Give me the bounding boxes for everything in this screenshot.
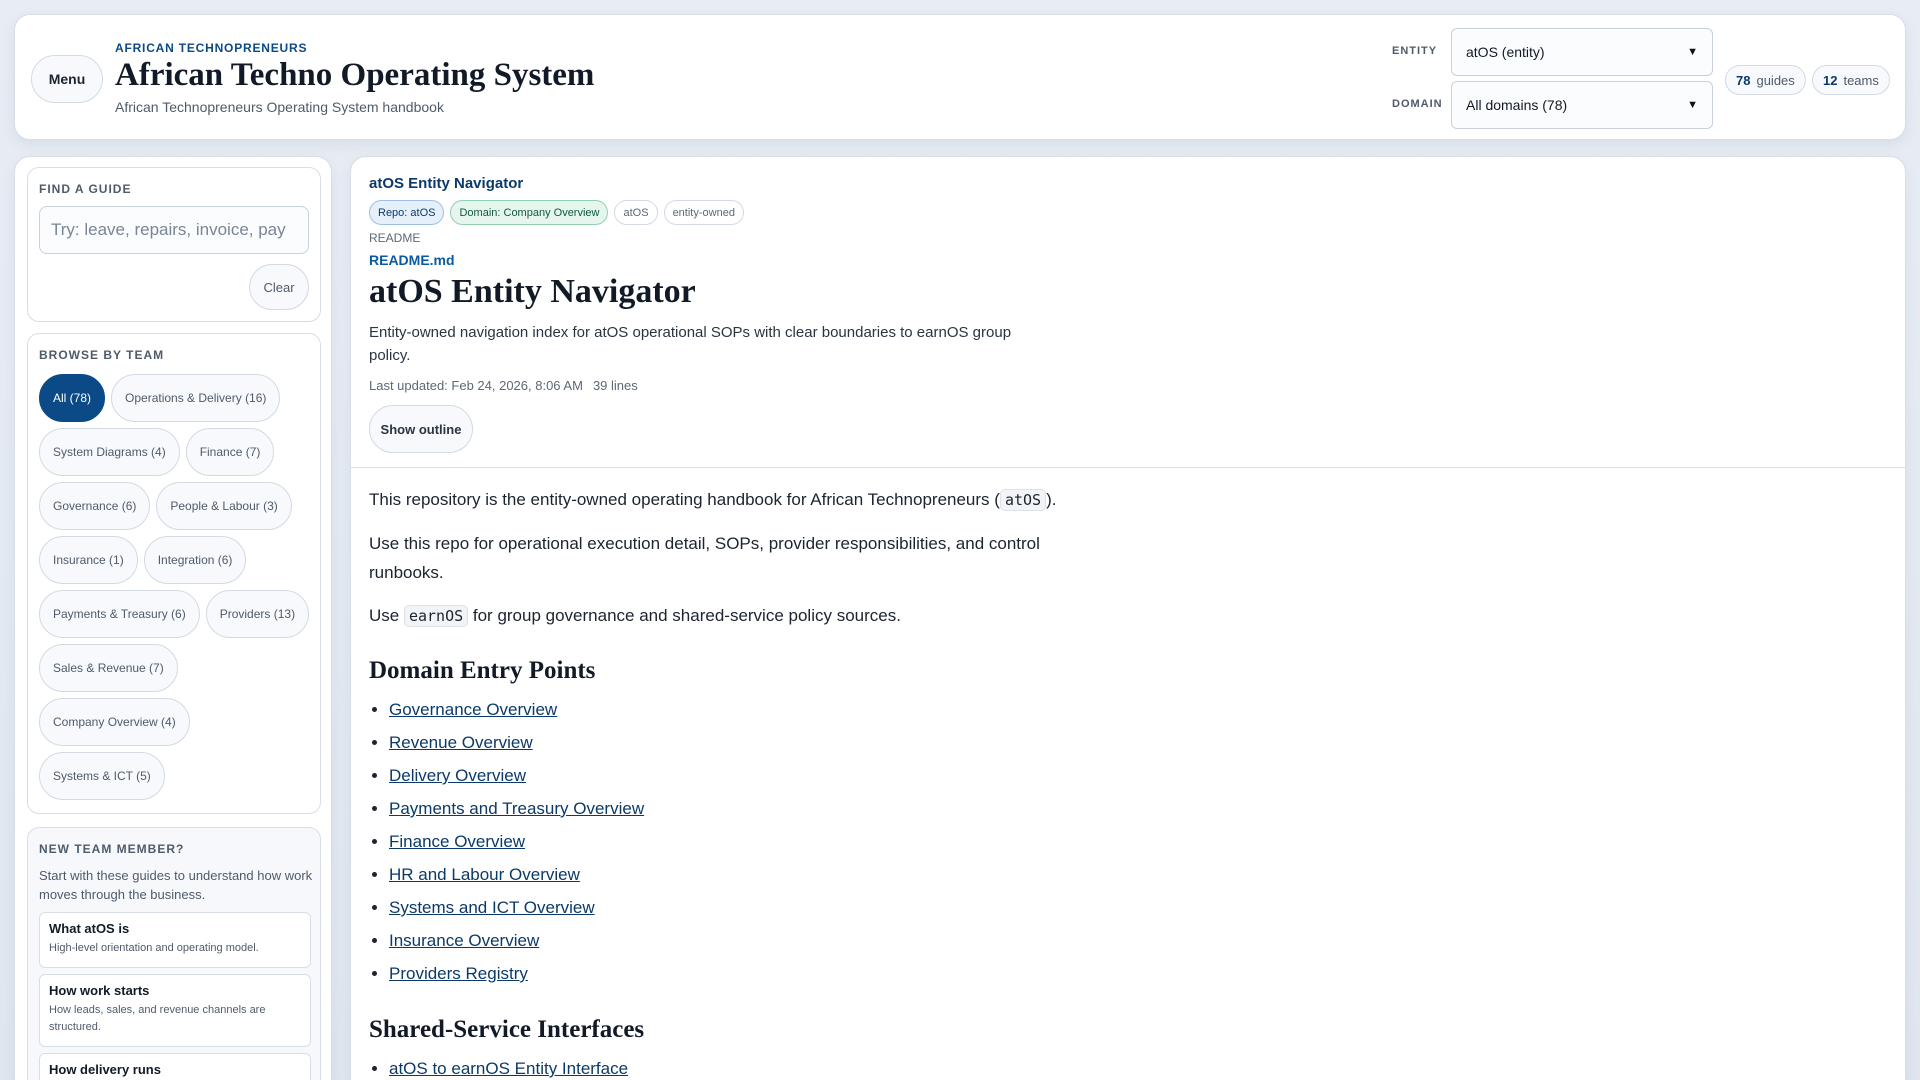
last-updated: Last updated: Feb 24, 2026, 8:06 AM: [369, 378, 583, 393]
team-chip-providers[interactable]: Providers (13): [205, 590, 310, 638]
entity-select-value: atOS (entity): [1466, 44, 1545, 60]
onboarding-guide-item[interactable]: How work starts How leads, sales, and re…: [39, 974, 311, 1047]
entry-points-list: Governance Overview Revenue Overview Del…: [369, 693, 1109, 990]
chevron-down-icon: ▼: [1687, 99, 1698, 111]
body-paragraph: Use earnOS for group governance and shar…: [369, 605, 901, 627]
list-item: atOS to earnOS Entity Interface: [389, 1052, 1109, 1080]
onboarding-guide-item[interactable]: How delivery runs: [39, 1053, 311, 1080]
team-chip-company-overview[interactable]: Company Overview (4): [39, 698, 190, 746]
doc-link[interactable]: Governance Overview: [389, 700, 557, 719]
doc-link[interactable]: Payments and Treasury Overview: [389, 799, 644, 818]
list-item: Payments and Treasury Overview: [389, 792, 1109, 825]
entity-label: ENTITY: [1392, 45, 1438, 57]
teams-stat: 12 teams: [1812, 65, 1890, 95]
domain-label: DOMAIN: [1392, 98, 1443, 110]
domain-select-value: All domains (78): [1466, 97, 1568, 113]
show-outline-button[interactable]: Show outline: [369, 405, 473, 453]
list-item: Systems and ICT Overview: [389, 891, 1109, 924]
guides-label: guides: [1756, 72, 1795, 88]
list-item: HR and Labour Overview: [389, 858, 1109, 891]
team-chip-all[interactable]: All (78): [39, 374, 106, 422]
list-item: Finance Overview: [389, 825, 1109, 858]
team-chip-operations-delivery[interactable]: Operations & Delivery (16): [111, 374, 281, 422]
onboarding-guide-item[interactable]: What atOS is High-level orientation and …: [39, 912, 311, 968]
list-item: Insurance Overview: [389, 924, 1109, 957]
section-heading: Shared-Service Interfaces: [369, 1016, 645, 1043]
team-chip-people-labour[interactable]: People & Labour (3): [156, 482, 292, 530]
find-guide-title: FIND A GUIDE: [39, 182, 132, 196]
repo-tag: Repo: atOS: [369, 200, 445, 225]
team-chip-sales-revenue[interactable]: Sales & Revenue (7): [39, 644, 178, 692]
teams-count: 12: [1823, 72, 1838, 88]
sidebar: FIND A GUIDE Try: leave, repairs, invoic…: [14, 156, 332, 1080]
doc-type-label: README: [369, 231, 421, 245]
team-chip-systems-ict[interactable]: Systems & ICT (5): [39, 752, 165, 800]
shared-interfaces-list: atOS to earnOS Entity Interface: [369, 1052, 1109, 1080]
app-title: African Techno Operating System: [115, 57, 595, 93]
body-paragraph: This repository is the entity-owned oper…: [369, 489, 1057, 511]
team-chip-finance[interactable]: Finance (7): [185, 428, 275, 476]
document-body: This repository is the entity-owned oper…: [369, 485, 1109, 1080]
line-count: 39 lines: [592, 378, 638, 393]
document-breadcrumb[interactable]: atOS Entity Navigator: [369, 175, 523, 192]
list-item: Governance Overview: [389, 693, 1109, 726]
new-member-text: Start with these guides to understand ho…: [39, 868, 313, 902]
team-chip-governance[interactable]: Governance (6): [39, 482, 151, 530]
chevron-down-icon: ▼: [1687, 46, 1698, 58]
entity-tag: atOS: [614, 200, 658, 225]
list-item: Revenue Overview: [389, 726, 1109, 759]
new-member-title: NEW TEAM MEMBER?: [39, 842, 185, 856]
guide-item-desc: How leads, sales, and revenue channels a…: [49, 1004, 266, 1033]
inline-code: atOS: [999, 489, 1047, 511]
list-item: Delivery Overview: [389, 759, 1109, 792]
team-chip-insurance[interactable]: Insurance (1): [39, 536, 138, 584]
app-header: Menu AFRICAN TECHNOPRENEURS African Tech…: [14, 14, 1906, 140]
guide-item-desc: High-level orientation and operating mod…: [49, 942, 259, 954]
new-member-card: NEW TEAM MEMBER? Start with these guides…: [27, 827, 321, 1080]
doc-link[interactable]: Delivery Overview: [389, 766, 526, 785]
document-description: Entity-owned navigation index for atOS o…: [369, 324, 1012, 364]
document-panel: atOS Entity Navigator Repo: atOS Domain:…: [350, 156, 1906, 1080]
guide-item-title: How work starts: [49, 983, 150, 998]
doc-link[interactable]: Revenue Overview: [389, 733, 533, 752]
find-guide-card: FIND A GUIDE Try: leave, repairs, invoic…: [27, 167, 321, 322]
browse-team-title: BROWSE BY TEAM: [39, 348, 165, 362]
guide-item-title: How delivery runs: [49, 1062, 161, 1077]
list-item: Providers Registry: [389, 957, 1109, 990]
document-meta: Last updated: Feb 24, 2026, 8:06 AM 39 li…: [369, 378, 638, 393]
team-filter-chips: All (78) Operations & Delivery (16) Syst…: [39, 374, 315, 800]
clear-button[interactable]: Clear: [249, 264, 309, 310]
doc-link[interactable]: Providers Registry: [389, 964, 528, 983]
inline-code: earnOS: [403, 605, 469, 627]
browse-team-card: BROWSE BY TEAM All (78) Operations & Del…: [27, 333, 321, 814]
body-paragraph: Use this repo for operational execution …: [369, 534, 1040, 582]
menu-button[interactable]: Menu: [31, 55, 103, 103]
team-chip-payments-treasury[interactable]: Payments & Treasury (6): [39, 590, 200, 638]
document-title: atOS Entity Navigator: [369, 273, 696, 310]
document-tags: Repo: atOS Domain: Company Overview atOS…: [369, 200, 744, 225]
doc-link[interactable]: HR and Labour Overview: [389, 865, 580, 884]
team-chip-integration[interactable]: Integration (6): [143, 536, 247, 584]
doc-link[interactable]: Systems and ICT Overview: [389, 898, 595, 917]
teams-label: teams: [1843, 72, 1879, 88]
domain-select[interactable]: All domains (78) ▼: [1451, 81, 1713, 129]
doc-link[interactable]: Finance Overview: [389, 832, 525, 851]
search-input[interactable]: Try: leave, repairs, invoice, pay: [39, 206, 309, 254]
divider: [351, 467, 1905, 468]
domain-tag: Domain: Company Overview: [450, 200, 609, 225]
entity-select[interactable]: atOS (entity) ▼: [1451, 28, 1713, 76]
ownership-tag: entity-owned: [663, 200, 744, 225]
section-heading: Domain Entry Points: [369, 657, 596, 684]
guides-stat: 78 guides: [1725, 65, 1806, 95]
file-name-link[interactable]: README.md: [369, 252, 455, 268]
brand-eyebrow: AFRICAN TECHNOPRENEURS: [115, 41, 308, 55]
team-chip-system-diagrams[interactable]: System Diagrams (4): [39, 428, 180, 476]
app-subtitle: African Technopreneurs Operating System …: [115, 99, 444, 115]
doc-link[interactable]: Insurance Overview: [389, 931, 539, 950]
guides-count: 78: [1736, 72, 1751, 88]
doc-link[interactable]: atOS to earnOS Entity Interface: [389, 1059, 628, 1078]
guide-item-title: What atOS is: [49, 921, 130, 936]
